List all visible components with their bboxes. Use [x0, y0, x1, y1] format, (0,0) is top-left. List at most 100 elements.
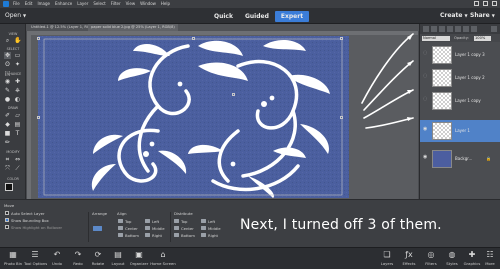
visibility-off-icon[interactable]: ◌ — [423, 97, 428, 102]
marquee-tool-icon[interactable]: ▭ — [14, 52, 21, 59]
menu-help[interactable]: Help — [161, 0, 170, 8]
show-bbox-checkbox[interactable] — [5, 218, 9, 222]
menu-select[interactable]: Select — [93, 0, 105, 8]
opacity-input[interactable]: 100% — [474, 35, 491, 41]
home-screen-button[interactable]: ⌂ Home Screen — [150, 250, 176, 266]
arrange-dropdown-icon[interactable] — [93, 226, 102, 231]
distribute-middle-icon[interactable] — [201, 226, 206, 230]
tab-guided[interactable]: Guided — [239, 11, 275, 22]
menu-edit[interactable]: Edit — [25, 0, 33, 8]
redo-button[interactable]: ↷ Redo — [67, 250, 89, 266]
new-group-icon[interactable] — [431, 26, 437, 32]
distribute-middle-label[interactable]: Middle — [208, 226, 221, 231]
photo-bin-button[interactable]: ▦ Photo Bin — [2, 250, 24, 266]
new-layer-icon[interactable] — [423, 26, 429, 32]
more-button[interactable]: ☷ More — [480, 250, 500, 266]
distribute-bottom-icon[interactable] — [174, 233, 179, 237]
organizer-button[interactable]: ▣ Organizer — [128, 250, 150, 266]
sponge-tool-icon[interactable]: ◐ — [14, 96, 21, 103]
foreground-color-swatch[interactable] — [5, 183, 13, 191]
bbox-handle-top[interactable] — [192, 37, 195, 40]
distribute-center-label[interactable]: Center — [181, 226, 194, 231]
document-canvas[interactable] — [38, 36, 349, 198]
minimize-icon[interactable] — [474, 1, 479, 6]
filters-button[interactable]: ◎ Filters — [420, 250, 442, 266]
distribute-right-icon[interactable] — [201, 233, 206, 237]
eraser-tool-icon[interactable]: ▱ — [14, 112, 21, 119]
menu-image[interactable]: Image — [37, 0, 50, 8]
move-tool-icon[interactable]: ✥ — [4, 52, 11, 59]
tool-options-button[interactable]: ☰ Tool Options — [24, 250, 47, 266]
distribute-bottom-label[interactable]: Bottom — [181, 233, 195, 238]
tab-expert[interactable]: Expert — [274, 11, 310, 22]
doc-tab-paper[interactable]: paper solid blue 2.jpg @ 25% (Layer 1, R… — [88, 24, 178, 31]
menu-view[interactable]: View — [126, 0, 136, 8]
eye-icon[interactable]: ◉ — [423, 155, 428, 160]
create-button[interactable]: Create ▼ — [440, 12, 468, 19]
blur-tool-icon[interactable]: ● — [4, 96, 11, 103]
align-left-label[interactable]: Left — [152, 219, 159, 224]
layers-button[interactable]: ❏ Layers — [376, 250, 398, 266]
zoom-tool-icon[interactable]: ⌕ — [4, 37, 11, 44]
auto-select-checkbox[interactable] — [5, 211, 9, 215]
align-bottom-label[interactable]: Bottom — [125, 233, 139, 238]
menu-layer[interactable]: Layer — [77, 0, 88, 8]
layout-button[interactable]: ▤ Layout — [107, 250, 129, 266]
layer-mask-icon[interactable] — [447, 26, 453, 32]
menu-enhance[interactable]: Enhance — [55, 0, 72, 8]
menu-file[interactable]: File — [13, 0, 20, 8]
undo-button[interactable]: ↶ Undo — [46, 250, 68, 266]
straighten-tool-icon[interactable]: ⟋ — [14, 165, 21, 172]
paint-bucket-tool-icon[interactable]: ◆ — [4, 121, 11, 128]
bbox-handle-top-left[interactable] — [37, 37, 40, 40]
magic-wand-tool-icon[interactable]: ✦ — [14, 61, 21, 68]
brush-tool-icon[interactable]: ✐ — [4, 112, 11, 119]
bbox-handle-left[interactable] — [37, 116, 40, 119]
recompose-tool-icon[interactable]: ⇔ — [14, 156, 21, 163]
lasso-tool-icon[interactable]: ʘ — [4, 61, 11, 68]
distribute-top-label[interactable]: Top — [181, 219, 187, 224]
lock-all-icon[interactable] — [455, 26, 461, 32]
open-button[interactable]: Open ▼ — [5, 12, 26, 19]
distribute-top-icon[interactable] — [174, 219, 179, 223]
close-icon[interactable] — [492, 1, 497, 6]
effects-button[interactable]: ƒx Effects — [398, 250, 420, 266]
eye-tool-icon[interactable]: ◉ — [4, 78, 11, 85]
hand-tool-icon[interactable]: ✋ — [14, 37, 21, 44]
align-top-icon[interactable] — [118, 219, 123, 223]
show-highlight-checkbox[interactable] — [5, 225, 9, 229]
distribute-right-label[interactable]: Right — [208, 233, 218, 238]
gradient-tool-icon[interactable]: ▤ — [14, 121, 21, 128]
distribute-left-label[interactable]: Left — [208, 219, 215, 224]
align-top-label[interactable]: Top — [125, 219, 131, 224]
align-center-icon[interactable] — [118, 226, 123, 230]
bbox-handle-right[interactable] — [340, 116, 343, 119]
align-middle-icon[interactable] — [145, 226, 150, 230]
spot-healing-tool-icon[interactable]: ✚ — [14, 78, 21, 85]
align-middle-label[interactable]: Middle — [152, 226, 165, 231]
content-move-tool-icon[interactable]: ⤧ — [4, 165, 11, 172]
align-left-icon[interactable] — [145, 219, 150, 223]
lock-transparent-icon[interactable] — [463, 26, 469, 32]
rotate-button[interactable]: ⟳ Rotate — [87, 250, 109, 266]
layer-row-copy[interactable]: ◌ Layer 1 copy — [420, 90, 500, 112]
bbox-handle-top-right[interactable] — [340, 37, 343, 40]
adjustment-layer-icon[interactable] — [439, 26, 445, 32]
align-bottom-icon[interactable] — [118, 233, 123, 237]
delete-layer-icon[interactable] — [471, 26, 477, 32]
pencil-tool-icon[interactable]: ✏ — [4, 139, 11, 146]
menu-filter[interactable]: Filter — [111, 0, 121, 8]
layer-row-copy-3[interactable]: ◌ Layer 1 copy 3 — [420, 44, 500, 66]
eye-icon[interactable]: ◉ — [423, 127, 428, 132]
layer-row-background[interactable]: ◉ Backgr... 🔒 — [420, 148, 500, 170]
align-center-label[interactable]: Center — [125, 226, 138, 231]
clone-stamp-tool-icon[interactable]: ⎈ — [14, 87, 21, 94]
layer-row-copy-2[interactable]: ◌ Layer 1 copy 2 — [420, 67, 500, 89]
align-right-label[interactable]: Right — [152, 233, 162, 238]
layer-row-layer-1[interactable]: ◉ Layer 1 — [420, 120, 500, 142]
styles-button[interactable]: ◍ Styles — [441, 250, 463, 266]
smart-brush-tool-icon[interactable]: ✎ — [4, 87, 11, 94]
maximize-icon[interactable] — [483, 1, 488, 6]
bbox-center-point[interactable] — [232, 93, 235, 96]
shape-tool-icon[interactable]: ■ — [4, 130, 11, 137]
